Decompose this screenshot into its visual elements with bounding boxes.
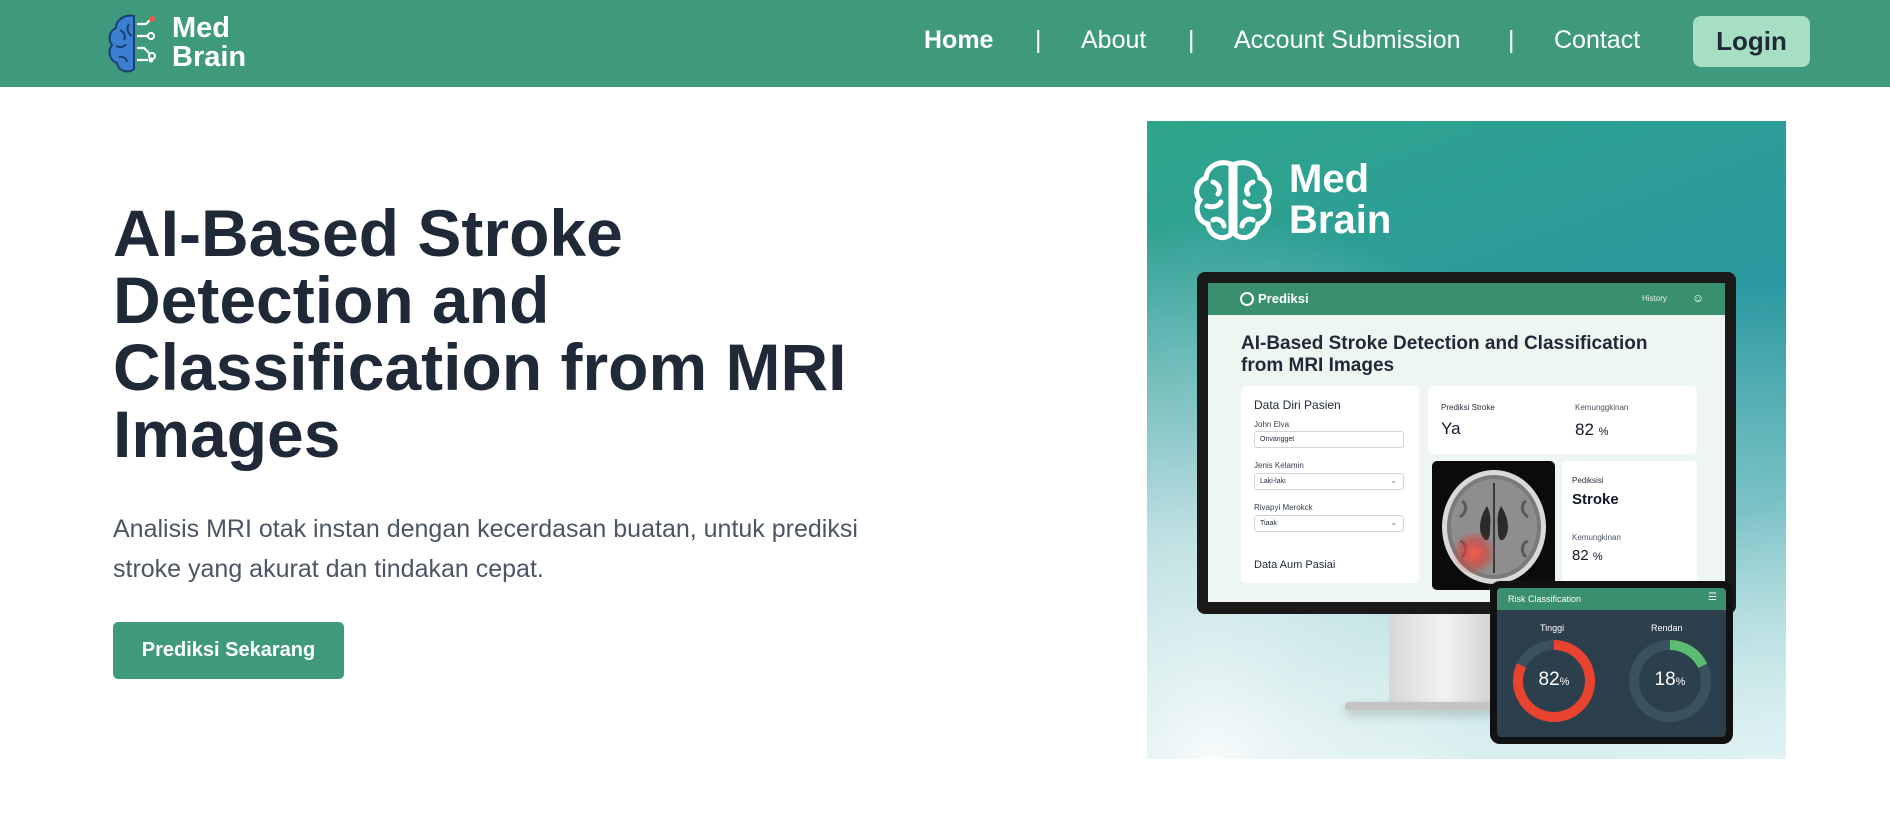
low-risk-unit: % — [1675, 676, 1686, 688]
nav-contact[interactable]: Contact — [1554, 26, 1640, 55]
brand-name: Med Brain — [172, 14, 246, 72]
high-risk-number: 82 — [1538, 669, 1560, 690]
high-risk-value: 82% — [1511, 669, 1597, 691]
chevron-down-icon: ⌄ — [1390, 518, 1397, 527]
patient-form-card: Data Diri Pasien John Elva Onvangget Jen… — [1241, 386, 1419, 583]
monitor-stand — [1389, 614, 1499, 704]
low-risk-gauge: 18% — [1627, 638, 1713, 724]
mri-scan-image — [1432, 461, 1555, 590]
likelihood-unit: % — [1598, 426, 1609, 438]
stroke-likelihood-label: Kemungkinan — [1572, 533, 1621, 542]
brain-icon — [108, 14, 156, 73]
form-select: Laki-laki ⌄ — [1254, 473, 1404, 490]
app-bar-title: Prediksi — [1258, 291, 1309, 306]
high-risk-unit: % — [1559, 676, 1570, 688]
prediction-card: Prediksi Stroke Ya Kemunggkinan 82 % — [1428, 386, 1697, 454]
stroke-type-label: Pediksisi — [1572, 476, 1604, 485]
low-risk-number: 18 — [1654, 669, 1676, 690]
nav-separator: | — [1035, 26, 1042, 54]
form-label: Jenis Kelamin — [1254, 461, 1304, 470]
likelihood-number: 82 — [1575, 420, 1594, 439]
patient-form-title: Data Diri Pasien — [1254, 398, 1341, 412]
high-risk-gauge: 82% — [1511, 638, 1597, 724]
form-field-value: Tiaak — [1260, 520, 1277, 527]
monitor: Prediksi History ☺ AI-Based Stroke Detec… — [1197, 272, 1736, 614]
brand-name-line1: Med — [172, 12, 230, 44]
stroke-type-value: Stroke — [1572, 491, 1619, 508]
predict-now-button[interactable]: Prediksi Sekarang — [113, 622, 344, 679]
stroke-likelihood-number: 82 — [1572, 547, 1589, 564]
tablet-title: Risk Classification — [1508, 594, 1582, 604]
app-title: AI-Based Stroke Detection and Classifica… — [1241, 333, 1648, 376]
form-field-value: Onvangget — [1260, 436, 1295, 443]
form-label: John Elva — [1254, 420, 1290, 429]
patient-form-footer: Data Aum Pasiai — [1254, 559, 1336, 571]
stroke-likelihood-value: 82 % — [1572, 547, 1603, 564]
brain-outline-icon — [1194, 160, 1272, 241]
navbar: Med Brain Home | About | Account Submiss… — [0, 0, 1890, 87]
nav-separator: | — [1508, 26, 1515, 54]
form-field-value: Laki-laki — [1260, 478, 1286, 485]
nav-home[interactable]: Home — [924, 26, 993, 55]
tablet-bar: Risk Classification ☰ — [1497, 588, 1726, 610]
brand-name-line2: Brain — [172, 41, 247, 73]
form-field: Onvangget — [1254, 431, 1404, 448]
main-nav: Home | About | Account Submission | Cont… — [900, 0, 1660, 87]
chevron-down-icon: ⌄ — [1390, 476, 1397, 485]
hero-title: AI-Based Stroke Detection and Classifica… — [113, 196, 847, 471]
illustration-logo: Med Brain — [1191, 156, 1391, 244]
illustration-brand-line2: Brain — [1289, 198, 1392, 242]
stroke-likelihood-unit: % — [1592, 551, 1603, 563]
form-select: Tiaak ⌄ — [1254, 515, 1404, 532]
likelihood-value: 82 % — [1575, 420, 1608, 440]
brain-mri-graphic — [1442, 470, 1546, 584]
brand-logo[interactable]: Med Brain — [104, 10, 264, 76]
hero-description: Analisis MRI otak instan dengan kecerdas… — [113, 515, 858, 583]
low-risk-label: Rendan — [1651, 623, 1683, 633]
prediction-label: Prediksi Stroke — [1441, 403, 1495, 412]
hero-illustration: Med Brain Prediksi History ☺ AI-Based St… — [1147, 121, 1786, 759]
tablet-screen: Risk Classification ☰ Tinggi 82% Rendan … — [1497, 588, 1726, 737]
app-bar: Prediksi History ☺ — [1208, 283, 1725, 315]
form-label: Rivapyi Merokck — [1254, 503, 1313, 512]
user-icon: ☺ — [1692, 291, 1705, 305]
hamburger-icon: ☰ — [1708, 592, 1717, 603]
monitor-screen: Prediksi History ☺ AI-Based Stroke Detec… — [1208, 283, 1725, 602]
stroke-type-card: Pediksisi Stroke Kemungkinan 82 % — [1562, 461, 1697, 583]
illustration-brand-name: Med Brain — [1289, 159, 1391, 241]
low-risk-value: 18% — [1627, 669, 1713, 691]
high-risk-label: Tinggi — [1540, 623, 1565, 633]
app-logo-icon — [1240, 292, 1254, 306]
login-button[interactable]: Login — [1693, 16, 1810, 67]
app-history-link: History — [1642, 294, 1667, 303]
nav-about[interactable]: About — [1081, 26, 1146, 55]
likelihood-label: Kemunggkinan — [1575, 403, 1629, 412]
nav-account-submission[interactable]: Account Submission — [1234, 26, 1461, 55]
nav-separator: | — [1188, 26, 1195, 54]
prediction-value: Ya — [1441, 419, 1461, 438]
tablet: Risk Classification ☰ Tinggi 82% Rendan … — [1490, 581, 1733, 744]
illustration-brand-line1: Med — [1289, 157, 1369, 201]
